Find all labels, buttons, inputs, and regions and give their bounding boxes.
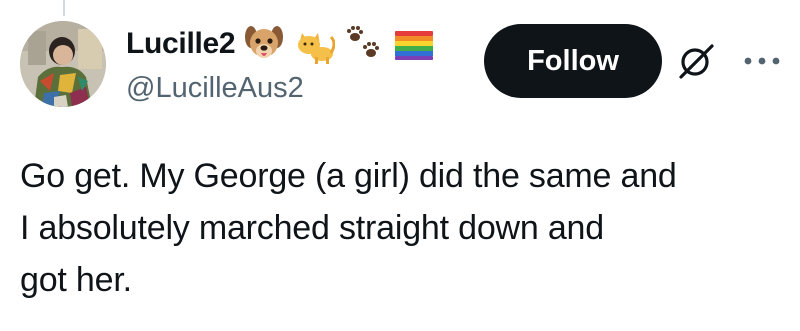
tweet-text: Go get. My George (a girl) did the same … bbox=[20, 157, 677, 299]
cat-emoji bbox=[293, 23, 336, 65]
dog-face-emoji bbox=[243, 23, 285, 65]
avatar[interactable] bbox=[20, 21, 106, 107]
author-display-name[interactable]: Lucille2 bbox=[126, 27, 236, 61]
follow-button[interactable]: Follow bbox=[484, 24, 662, 98]
author-name-row: Lucille2 bbox=[126, 22, 435, 66]
grok-icon[interactable] bbox=[676, 41, 716, 81]
rainbow-flag-emoji bbox=[393, 23, 435, 65]
more-options-icon[interactable] bbox=[740, 48, 784, 74]
paw-prints-emoji bbox=[343, 23, 385, 65]
thread-connector-line bbox=[63, 0, 65, 16]
author-handle[interactable]: @LucilleAus2 bbox=[126, 72, 304, 105]
